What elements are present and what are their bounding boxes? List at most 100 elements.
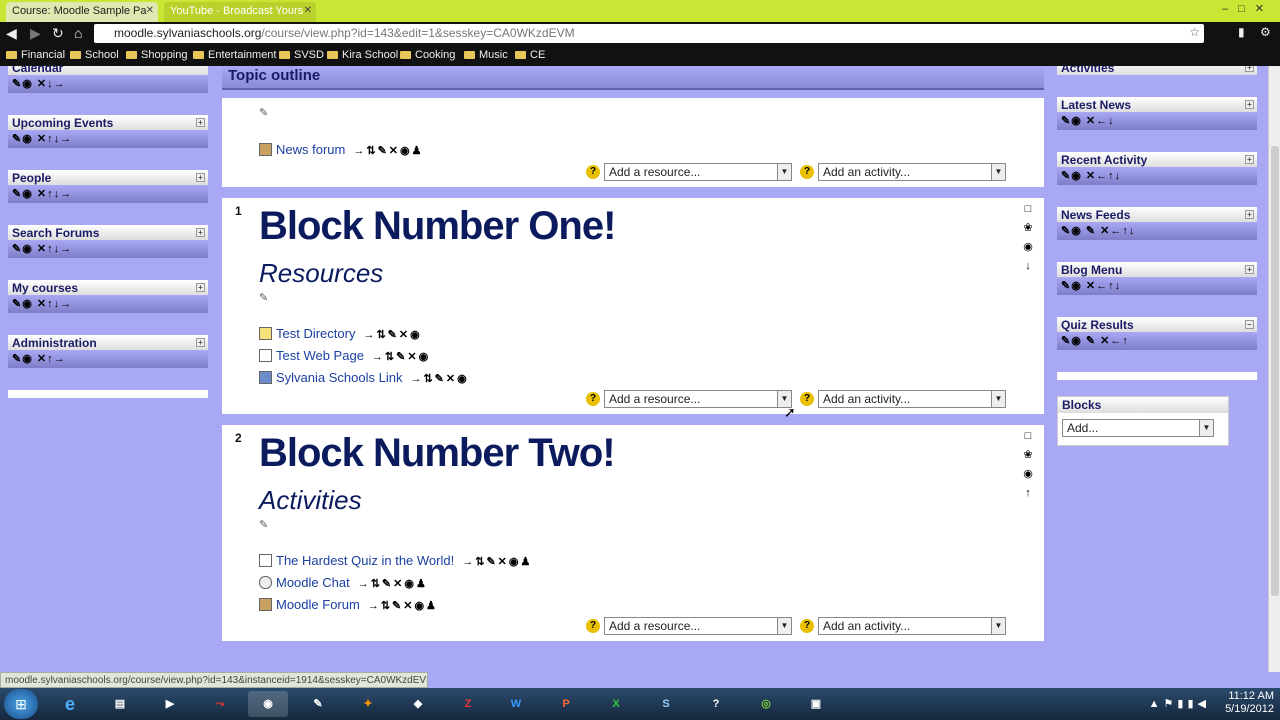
collapse-icon[interactable]: + — [1245, 66, 1254, 72]
visibility-eye-icon[interactable]: ◉ — [1020, 465, 1036, 484]
bookmark-music[interactable]: Music — [464, 49, 508, 61]
activity-controls[interactable]: →⇅✎✕◉♟ — [368, 600, 438, 612]
spotify-icon[interactable]: ◎ — [746, 691, 786, 717]
bookmark-star-icon[interactable]: ☆ — [1189, 25, 1200, 39]
block-controls[interactable]: ✎◉ ✕↑↓→ — [8, 295, 208, 313]
visibility-eye-icon[interactable]: ◉ — [1020, 238, 1036, 257]
collapse-icon[interactable]: + — [1245, 265, 1254, 274]
collapse-icon[interactable]: – — [1245, 320, 1254, 329]
collapse-icon[interactable]: + — [196, 173, 205, 182]
activity-controls[interactable]: →⇅✎✕◉♟ — [462, 556, 532, 568]
block-controls[interactable]: ✎◉ ✕↑↓→ — [8, 240, 208, 258]
activity-link[interactable]: News forum — [276, 142, 345, 157]
resource-controls[interactable]: →⇅✎✕◉ — [410, 373, 468, 385]
start-button[interactable]: ⊞ — [4, 689, 38, 719]
notes-icon[interactable]: ✎ — [298, 691, 338, 717]
wrench-icon[interactable]: ⚙ — [1260, 25, 1271, 39]
resource-link[interactable]: Test Directory — [276, 326, 355, 341]
home-icon[interactable]: ⌂ — [74, 25, 82, 41]
collapse-icon[interactable]: + — [196, 118, 205, 127]
bookmark-kira-school[interactable]: Kira School — [327, 49, 398, 61]
help-icon[interactable]: ? — [800, 392, 814, 406]
bookmark-shopping[interactable]: Shopping — [126, 49, 188, 61]
help-icon[interactable]: ? — [586, 619, 600, 633]
show-only-icon[interactable]: □ — [1020, 200, 1036, 219]
media-player-icon[interactable]: ▶ — [150, 691, 190, 717]
show-only-icon[interactable]: □ — [1020, 427, 1036, 446]
block-controls[interactable]: ✎◉ ✕↑↓→ — [8, 130, 208, 148]
block-controls[interactable]: ✎◉ ✕←↑↓ — [1057, 167, 1257, 185]
tab-moodle[interactable]: Course: Moodle Sample Pa ✕ — [6, 2, 158, 22]
resource-controls[interactable]: →⇅✎✕◉ — [363, 329, 421, 341]
collapse-icon[interactable]: + — [196, 338, 205, 347]
forward-icon[interactable]: ▶ — [30, 25, 41, 42]
back-icon[interactable]: ◀ — [6, 25, 17, 42]
block-controls[interactable]: ✎◉ ✕←↓ — [1057, 112, 1257, 130]
ie-icon[interactable]: e — [50, 691, 90, 717]
system-tray-icons[interactable]: ▲⚑▮▮◀ — [1149, 697, 1210, 710]
add-resource-select[interactable]: Add a resource... ▼ — [604, 617, 792, 635]
bookmark-financial[interactable]: Financial — [6, 49, 65, 61]
app-question-icon[interactable]: ? — [696, 691, 736, 717]
window-controls[interactable]: –□✕ — [1222, 2, 1274, 15]
help-icon[interactable]: ? — [800, 165, 814, 179]
resource-controls[interactable]: →⇅✎✕◉ — [372, 351, 430, 363]
page-scrollbar[interactable] — [1268, 66, 1280, 672]
collapse-icon[interactable]: + — [1245, 155, 1254, 164]
help-icon[interactable]: ? — [586, 165, 600, 179]
acrobat-icon[interactable]: ⤳ — [200, 691, 240, 717]
move-down-icon[interactable]: ↓ — [1020, 257, 1036, 276]
block-controls[interactable]: ✎◉ ✎ ✕←↑ — [1057, 332, 1257, 350]
activity-link[interactable]: Moodle Forum — [276, 597, 360, 612]
bookmark-entertainment[interactable]: Entertainment — [193, 49, 276, 61]
app-window-icon[interactable]: ▣ — [796, 691, 836, 717]
activity-link[interactable]: Moodle Chat — [276, 575, 350, 590]
help-icon[interactable]: ? — [800, 619, 814, 633]
block-controls[interactable]: ✎◉ ✕←↑↓ — [1057, 277, 1257, 295]
activity-controls[interactable]: →⇅✎✕◉♟ — [358, 578, 428, 590]
close-tab-icon[interactable]: ✕ — [304, 5, 312, 16]
edit-summary-icon[interactable]: ✎ — [259, 518, 268, 531]
add-activity-select[interactable]: Add an activity... ▼ — [818, 390, 1006, 408]
scrollbar-thumb[interactable] — [1271, 146, 1279, 596]
collapse-icon[interactable]: + — [1245, 100, 1254, 109]
bookmark-svsd[interactable]: SVSD — [279, 49, 324, 61]
help-icon[interactable]: ? — [586, 392, 600, 406]
extensions-icon[interactable]: ▮ — [1238, 25, 1245, 39]
move-up-icon[interactable]: ↑ — [1020, 484, 1036, 503]
block-controls[interactable]: ✎◉ ✕↑↓→ — [8, 185, 208, 203]
bookmark-ce[interactable]: CE — [515, 49, 545, 61]
block-controls[interactable]: ✎◉ ✕↑→ — [8, 350, 208, 368]
explorer-icon[interactable]: ▤ — [100, 691, 140, 717]
excel-icon[interactable]: X — [596, 691, 636, 717]
add-activity-select[interactable]: Add an activity... ▼ — [818, 617, 1006, 635]
block-controls[interactable]: ✎◉ ✕↓→ — [8, 75, 208, 93]
add-resource-select[interactable]: Add a resource... ▼ — [604, 163, 792, 181]
close-tab-icon[interactable]: ✕ — [146, 5, 154, 16]
activity-controls[interactable]: →⇅✎✕◉♟ — [353, 145, 423, 157]
word-icon[interactable]: W — [496, 691, 536, 717]
app-icon[interactable]: ◆ — [398, 691, 438, 717]
highlight-icon[interactable]: ❀ — [1020, 446, 1036, 465]
block-controls[interactable]: ✎◉ ✎ ✕←↑↓ — [1057, 222, 1257, 240]
chrome-icon[interactable]: ◉ — [248, 691, 288, 717]
clock[interactable]: 11:12 AM 5/19/2012 — [1225, 690, 1274, 716]
collapse-icon[interactable]: + — [196, 228, 205, 237]
add-block-select[interactable]: Add... ▼ — [1062, 419, 1214, 437]
resource-link[interactable]: Test Web Page — [276, 348, 364, 363]
activity-link[interactable]: The Hardest Quiz in the World! — [276, 553, 454, 568]
resource-link[interactable]: Sylvania Schools Link — [276, 370, 402, 385]
reload-icon[interactable]: ↻ — [52, 25, 64, 42]
bookmark-cooking[interactable]: Cooking — [400, 49, 455, 61]
highlight-icon[interactable]: ❀ — [1020, 219, 1036, 238]
edit-summary-icon[interactable]: ✎ — [259, 106, 268, 119]
collapse-icon[interactable]: + — [196, 283, 205, 292]
filezilla-icon[interactable]: Z — [448, 691, 488, 717]
add-activity-select[interactable]: Add an activity... ▼ — [818, 163, 1006, 181]
edit-summary-icon[interactable]: ✎ — [259, 291, 268, 304]
vlc-icon[interactable]: ✦ — [348, 691, 388, 717]
add-resource-select[interactable]: Add a resource... ▼ — [604, 390, 792, 408]
tab-youtube[interactable]: YouTube - Broadcast Yours ✕ — [164, 2, 316, 22]
bookmark-school[interactable]: School — [70, 49, 119, 61]
app-s-icon[interactable]: S — [646, 691, 686, 717]
